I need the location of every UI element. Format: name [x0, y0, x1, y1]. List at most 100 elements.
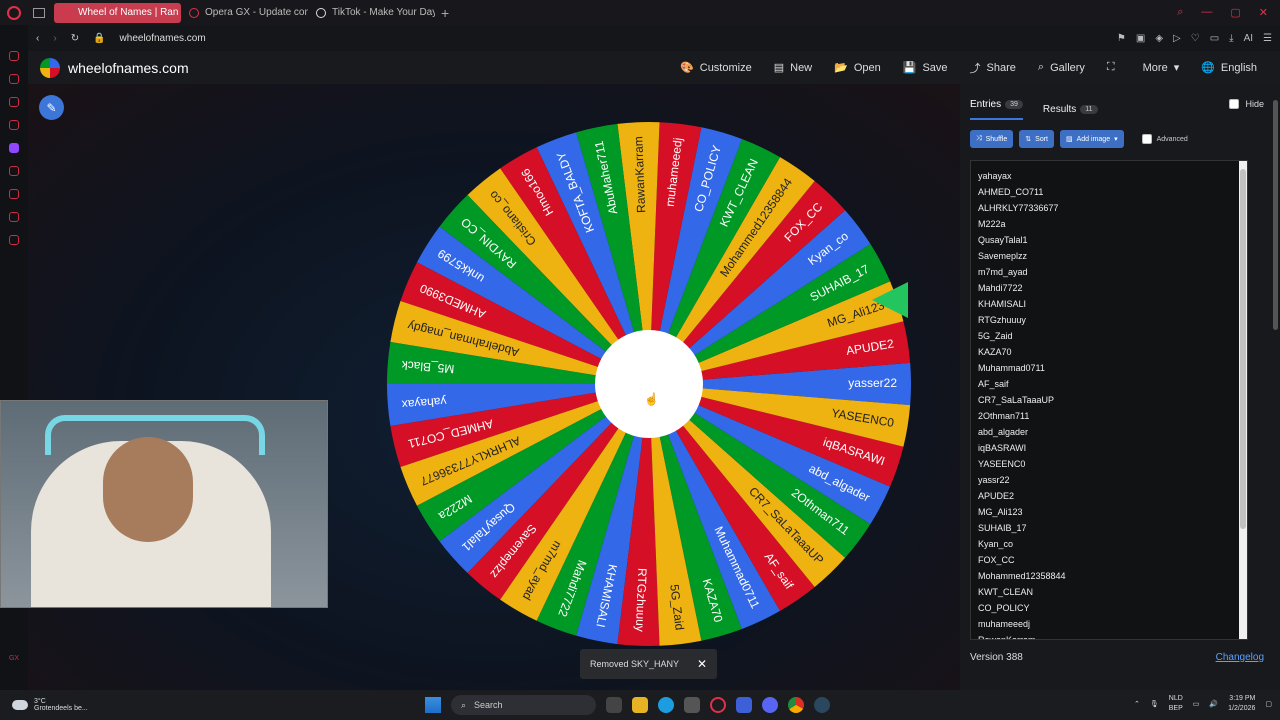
edit-pencil-button[interactable]: ✎ — [39, 95, 64, 120]
list-item[interactable]: YASEENC0 — [971, 456, 1247, 472]
list-item[interactable]: QusayTalal1 — [971, 232, 1247, 248]
list-item[interactable]: RawanKarram — [971, 632, 1247, 639]
play-icon[interactable]: ▷ — [1173, 33, 1181, 44]
reload-icon[interactable]: ↻ — [71, 33, 79, 44]
gx-corner-icon[interactable] — [9, 74, 19, 84]
twitch-icon[interactable] — [9, 143, 19, 153]
sort-button[interactable]: ⇅ Sort — [1019, 130, 1054, 148]
advanced-checkbox[interactable] — [1141, 134, 1152, 144]
list-item[interactable]: 5G_Zaid — [971, 328, 1247, 344]
wallet-icon[interactable]: ▭ — [1210, 33, 1219, 44]
clock[interactable]: 3:19 PM 1/2/2026 — [1228, 694, 1255, 714]
list-item[interactable]: CR7_SaLaTaaaUP — [971, 392, 1247, 408]
shuffle-button[interactable]: ⤨ Shuffle — [970, 130, 1014, 148]
tab-entries[interactable]: Entries 39 — [970, 99, 1023, 120]
menu-item-more[interactable]: More ▾ — [1132, 60, 1191, 76]
advanced-toggle[interactable]: Advanced — [1141, 134, 1188, 144]
gx-control-icon[interactable] — [9, 51, 19, 61]
entries-scroll-thumb[interactable] — [1240, 169, 1246, 529]
chrome-icon[interactable] — [788, 697, 804, 713]
list-item[interactable]: muhameeedj — [971, 616, 1247, 632]
menu-item-open[interactable]: 📂 Open — [823, 60, 892, 76]
entries-textarea[interactable]: yahayax AHMED_CO711 ALHRKLY77336677 M222a Qu… — [970, 160, 1248, 640]
list-item[interactable]: Mohammed12358844 — [971, 568, 1247, 584]
heart-icon[interactable]: ♡ — [1191, 33, 1200, 44]
list-item[interactable]: iqBASRAWI — [971, 440, 1247, 456]
steam-icon[interactable] — [814, 697, 830, 713]
list-item[interactable]: CO_POLICY — [971, 600, 1247, 616]
taskbar-search[interactable]: ⌕ Search — [451, 695, 596, 715]
opera-gx-icon[interactable] — [710, 697, 726, 713]
download-icon[interactable]: ⤓ — [1229, 33, 1233, 44]
minimize-button[interactable]: — — [1201, 6, 1212, 19]
mic-icon[interactable]: 🎙 — [1150, 700, 1159, 708]
start-windows-icon[interactable] — [425, 697, 441, 713]
tray-chevron-icon[interactable]: ⌃ — [1134, 700, 1140, 708]
wheel-of-names[interactable]: yasser22APUDE2MG_Ali123SUHAIB_17Kyan_coF… — [383, 118, 915, 650]
list-item[interactable]: Kyan_co — [971, 536, 1247, 552]
list-item[interactable]: abd_algader — [971, 424, 1247, 440]
lang-code[interactable]: NLD — [1169, 694, 1183, 704]
list-item[interactable]: yahayax — [971, 168, 1247, 184]
browser-tab-tiktok[interactable]: TikTok - Make Your Day — [308, 3, 435, 23]
list-item[interactable]: MG_Ali123 — [971, 504, 1247, 520]
list-item[interactable]: APUDE2 — [971, 488, 1247, 504]
list-item[interactable]: ALHRKLY77336677 — [971, 200, 1247, 216]
clock-icon[interactable] — [9, 189, 19, 199]
list-item[interactable]: Mahdi7722 — [971, 280, 1247, 296]
back-icon[interactable]: ‹ — [36, 33, 39, 44]
discord-icon[interactable] — [762, 697, 778, 713]
messenger-icon[interactable] — [9, 97, 19, 107]
menu-item-share[interactable]: ⤴ Share — [959, 60, 1027, 76]
tab-results[interactable]: Results 11 — [1043, 99, 1098, 120]
list-item[interactable]: SUHAIB_17 — [971, 520, 1247, 536]
list-item[interactable]: 2Othman711 — [971, 408, 1247, 424]
bookmark-icon[interactable]: ⚑ — [1117, 33, 1126, 44]
menu-item-fullscreen[interactable]: ⛶ — [1096, 60, 1132, 76]
list-item[interactable]: yassr22 — [971, 472, 1247, 488]
list-item[interactable]: AHMED_CO711 — [971, 184, 1247, 200]
hide-checkbox[interactable] — [1229, 99, 1240, 109]
new-tab-button[interactable]: + — [441, 5, 449, 21]
menu-item-new[interactable]: ▤ New — [763, 60, 823, 76]
page-scrollbar[interactable] — [1273, 100, 1278, 330]
browser-tab-wheel-of-names[interactable]: Wheel of Names | Ran — [54, 2, 181, 23]
weather-widget[interactable]: 3°C Grotendeels be... — [12, 698, 88, 712]
layout-code[interactable]: BEP — [1169, 704, 1183, 714]
close-window-button[interactable]: ✕ — [1259, 6, 1268, 19]
forward-icon[interactable]: › — [53, 33, 56, 44]
list-item[interactable]: Muhammad0711 — [971, 360, 1247, 376]
list-item[interactable]: Savemeplzz — [971, 248, 1247, 264]
list-item[interactable]: m7md_ayad — [971, 264, 1247, 280]
list-item[interactable]: KWT_CLEAN — [971, 584, 1247, 600]
snapshot-icon[interactable]: ▣ — [1136, 33, 1145, 44]
changelog-link[interactable]: Changelog — [1216, 652, 1264, 663]
hide-toggle[interactable]: Hide — [1229, 99, 1264, 109]
list-item[interactable]: FOX_CC — [971, 552, 1247, 568]
wheel-logo-icon[interactable] — [40, 57, 60, 78]
file-explorer-icon[interactable] — [632, 697, 648, 713]
menu-item-save[interactable]: 💾 Save — [892, 60, 959, 76]
task-view-icon[interactable] — [606, 697, 622, 713]
edge-icon[interactable] — [658, 697, 674, 713]
list-item[interactable]: M222a — [971, 216, 1247, 232]
menu-item-english[interactable]: 🌐 English — [1190, 60, 1268, 76]
url-field[interactable]: wheelofnames.com — [120, 33, 206, 44]
shield-icon[interactable]: ◈ — [1155, 33, 1163, 44]
chat-icon[interactable] — [9, 212, 19, 222]
volume-icon[interactable]: 🔊 — [1209, 700, 1218, 708]
entries-scrollbar[interactable] — [1239, 161, 1247, 639]
menu-icon[interactable]: ☰ — [1263, 33, 1272, 44]
list-item[interactable]: AF_saif — [971, 376, 1247, 392]
store-icon[interactable] — [684, 697, 700, 713]
list-item[interactable]: RTGzhuuuy — [971, 312, 1247, 328]
menu-item-customize[interactable]: 🎨 Customize — [669, 60, 763, 76]
music-icon[interactable] — [9, 120, 19, 130]
menu-item-gallery[interactable]: ⌕ Gallery — [1027, 60, 1096, 76]
list-item[interactable]: KHAMISALI — [971, 296, 1247, 312]
settings-icon[interactable] — [9, 235, 19, 245]
ai-icon[interactable]: AI — [1244, 33, 1253, 44]
history-icon[interactable] — [9, 166, 19, 176]
app-icon[interactable] — [736, 697, 752, 713]
browser-tab-opera-update[interactable]: Opera GX - Update comp — [181, 3, 308, 23]
